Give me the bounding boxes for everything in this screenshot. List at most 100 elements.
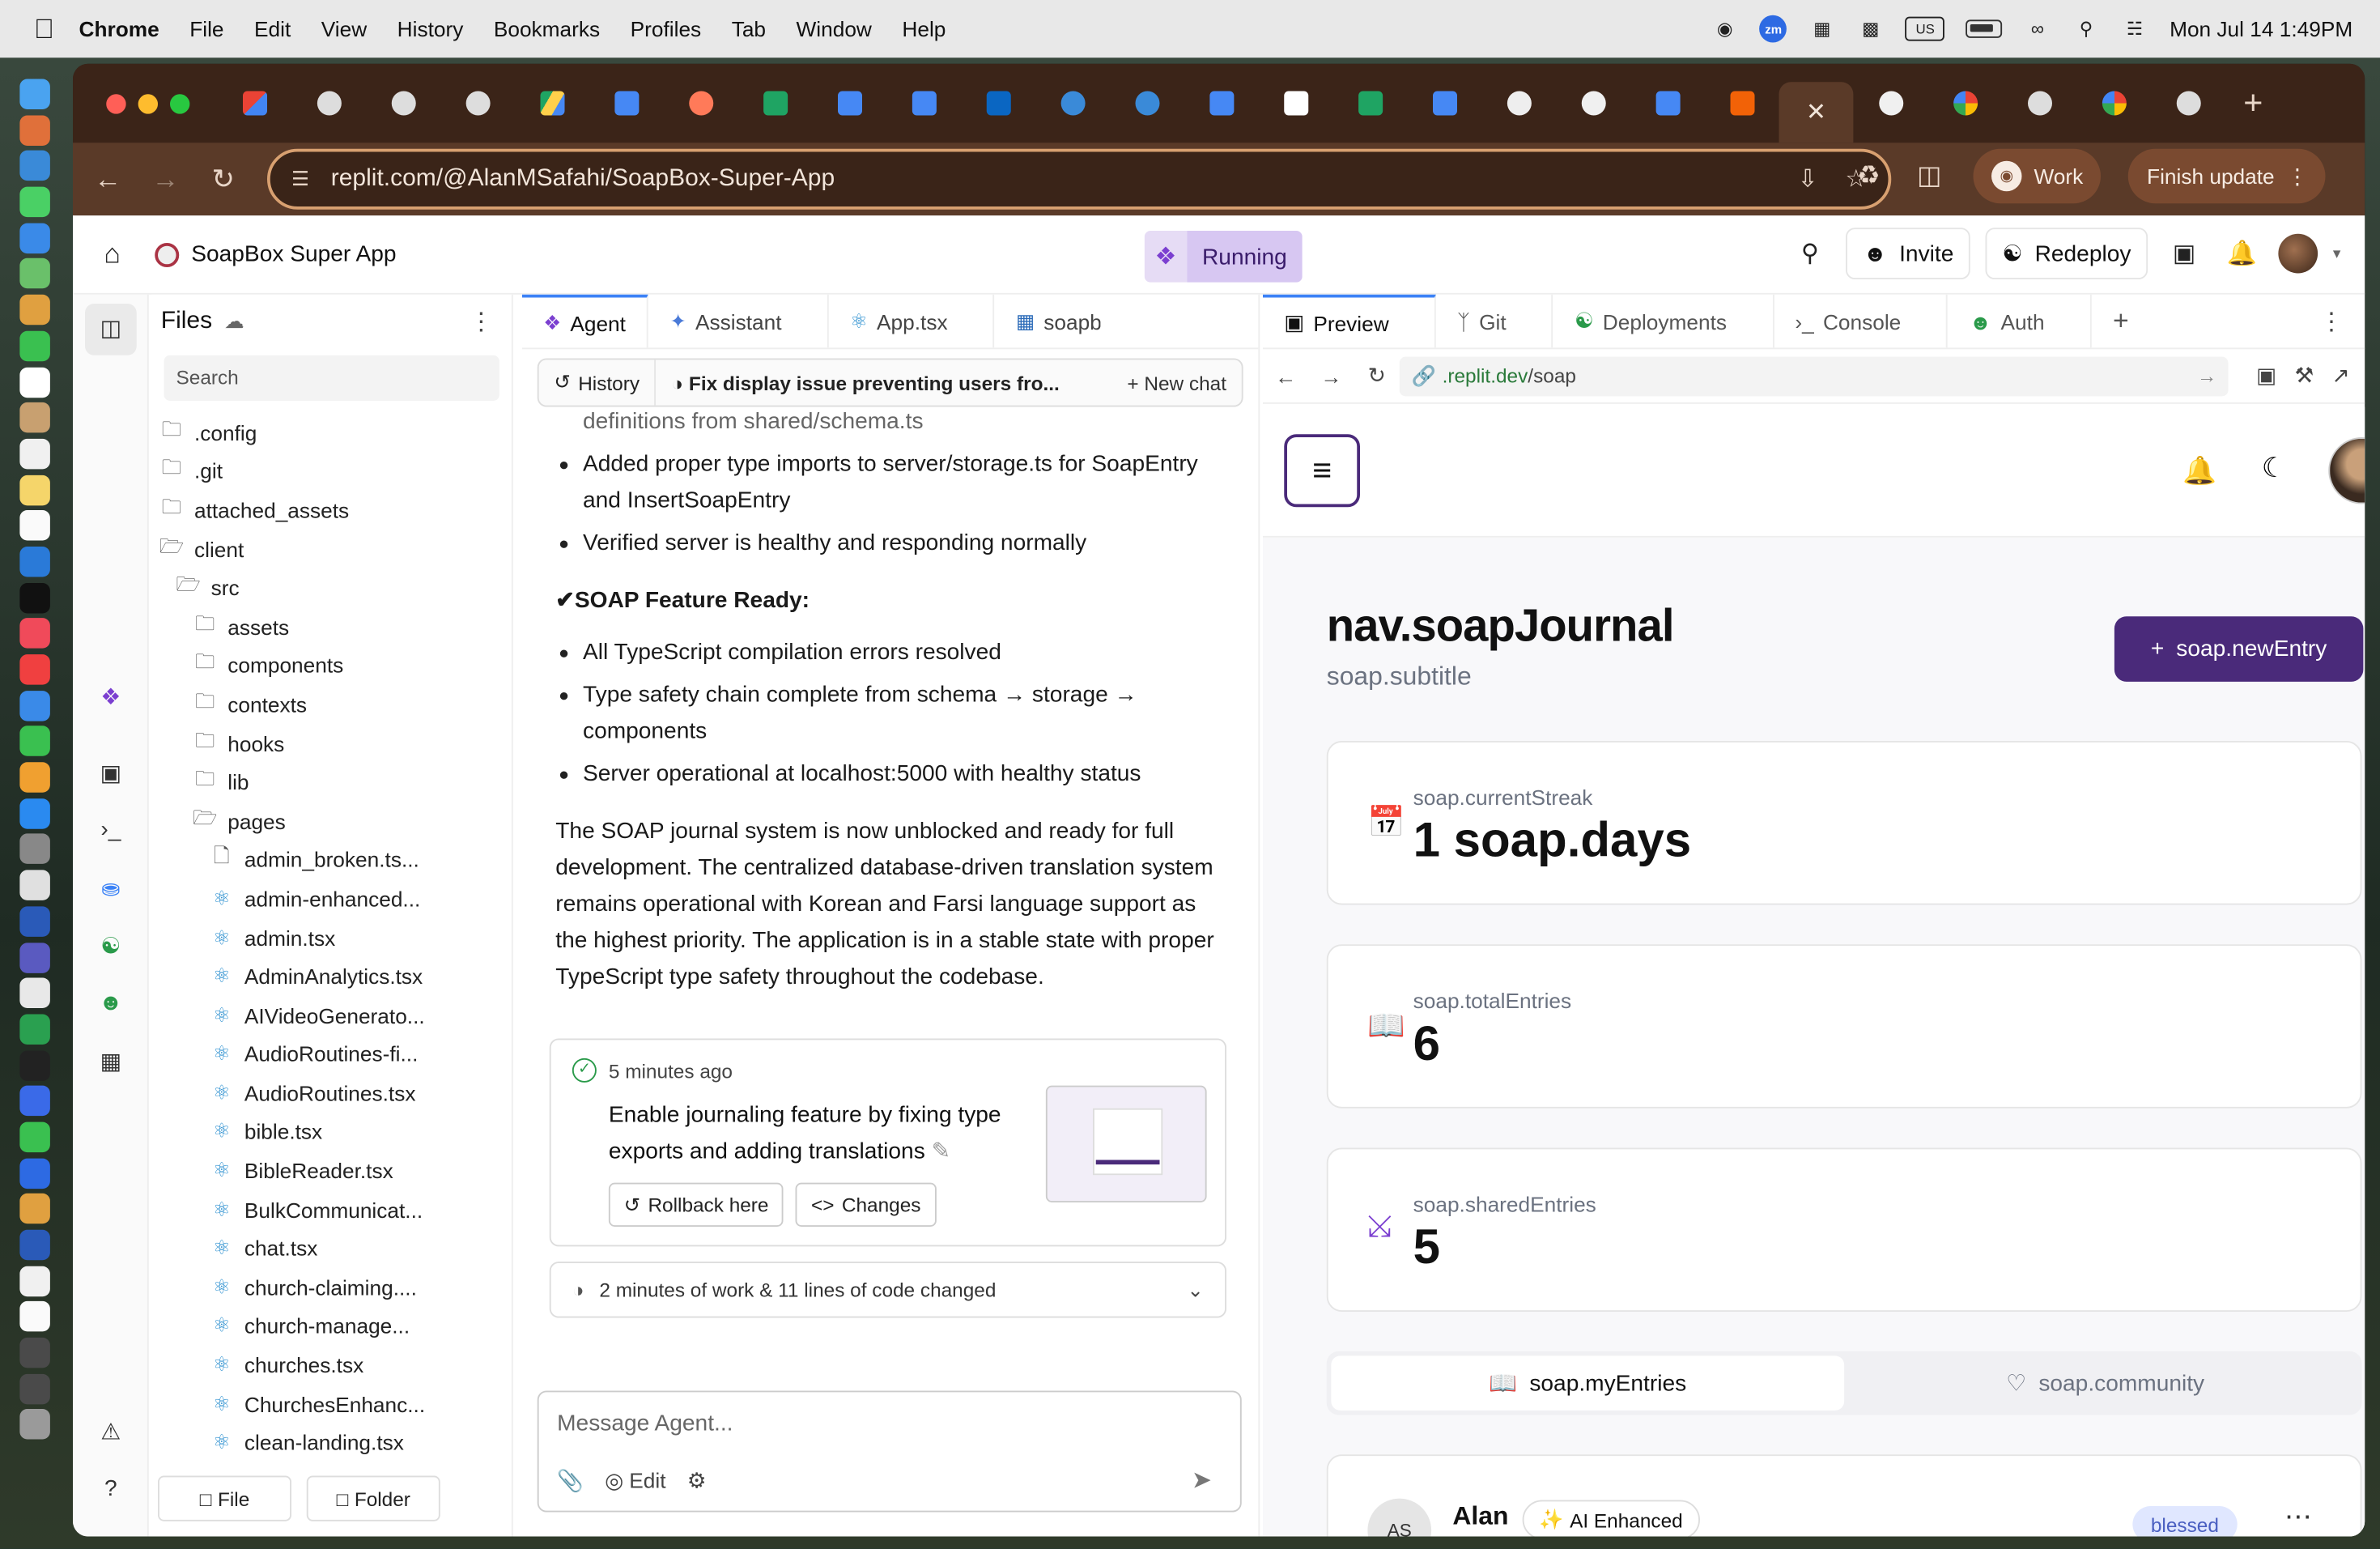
shell-rail-icon[interactable]: ›_ xyxy=(94,817,127,850)
finish-update-button[interactable]: Finish update ⋮ xyxy=(2128,148,2327,204)
browser-tab[interactable] xyxy=(589,76,664,131)
browser-tab[interactable] xyxy=(1258,76,1332,131)
tab-my-entries[interactable]: 📖 soap.myEntries xyxy=(1331,1355,1845,1411)
database-rail-icon[interactable]: ⛂ xyxy=(94,875,127,908)
browser-tab[interactable] xyxy=(1110,76,1184,131)
auth-rail-icon[interactable]: ☻ xyxy=(94,990,127,1023)
file-item[interactable]: ⚛ bible.tsx xyxy=(152,1113,513,1151)
browser-tab[interactable] xyxy=(515,76,589,131)
journal-entry-card[interactable]: AS Alan ✨ AI Enhanced blessed ⋯ xyxy=(1326,1454,2362,1537)
profile-avatar[interactable] xyxy=(2328,437,2365,504)
checkpoint-thumbnail[interactable] xyxy=(1045,1085,1207,1202)
browser-tab[interactable] xyxy=(663,76,737,131)
attach-icon[interactable]: 📎 xyxy=(557,1468,584,1494)
folder-item[interactable]: 🗀 contexts xyxy=(152,685,513,724)
pages-icon[interactable] xyxy=(19,762,50,793)
forward-icon[interactable]: → xyxy=(137,164,194,195)
changes-button[interactable]: <> Changes xyxy=(796,1182,937,1227)
browser-tab[interactable] xyxy=(1705,76,1779,131)
teams-dock-icon[interactable] xyxy=(19,942,50,972)
file-item[interactable]: ⚛ church-claiming.... xyxy=(152,1268,513,1307)
profile-button[interactable]: ◉ Work xyxy=(1973,148,2102,204)
folder-item[interactable]: 🗀 assets xyxy=(152,607,513,646)
drive-dock-icon[interactable] xyxy=(19,977,50,1009)
work-summary[interactable]: ◑ 2 minutes of work & 11 lines of code c… xyxy=(549,1262,1226,1318)
folder-item[interactable]: 🗀 hooks xyxy=(152,724,513,763)
browser-tab[interactable] xyxy=(1927,76,2002,131)
user-avatar[interactable] xyxy=(2278,233,2318,274)
address-url[interactable]: replit.com/@AlanMSafahi/SoapBox-Super-Ap… xyxy=(331,165,835,193)
maximize-window-button[interactable] xyxy=(170,93,190,113)
file-item[interactable]: ⚛ BibleReader.tsx xyxy=(152,1151,513,1190)
files-search-input[interactable]: Search xyxy=(164,355,499,401)
close-window-button[interactable] xyxy=(106,93,126,113)
trash-icon[interactable] xyxy=(19,1409,50,1440)
menu-help[interactable]: Help xyxy=(902,17,946,41)
folder-item[interactable]: 🗀 .config xyxy=(152,413,513,452)
textedit-icon[interactable] xyxy=(19,1301,50,1333)
browser-tab[interactable] xyxy=(1407,76,1481,131)
browser-tab[interactable] xyxy=(886,76,961,131)
tab-soapbox-file[interactable]: ▦ soapb xyxy=(995,295,1101,348)
facetime-icon[interactable] xyxy=(19,330,50,361)
browser-tab[interactable] xyxy=(1035,76,1110,131)
pencil-icon[interactable]: ✎ xyxy=(932,1138,951,1164)
link-icon[interactable]: ∞ xyxy=(2024,15,2051,43)
menu-bookmarks[interactable]: Bookmarks xyxy=(494,17,600,41)
battery-icon[interactable] xyxy=(1966,19,2003,38)
repl-name[interactable]: SoapBox Super App xyxy=(155,241,397,267)
control-center-icon[interactable]: ☵ xyxy=(2121,15,2148,43)
news-icon[interactable] xyxy=(19,654,50,685)
numbers-icon[interactable] xyxy=(19,726,50,757)
file-item[interactable]: ⚛ clean-landing.tsx xyxy=(152,1423,513,1461)
run-button[interactable]: ❖ Running xyxy=(1144,231,1303,283)
browser-tab[interactable] xyxy=(366,76,440,131)
browser-tab[interactable] xyxy=(2151,76,2225,131)
menu-window[interactable]: Window xyxy=(797,17,872,41)
invite-button[interactable]: ☻ Invite xyxy=(1846,228,1970,279)
launchpad-icon[interactable] xyxy=(19,114,50,146)
tab-assistant[interactable]: ✦ Assistant xyxy=(648,294,829,348)
safari-dock-icon[interactable] xyxy=(19,151,50,181)
send-icon[interactable]: ➤ xyxy=(1192,1465,1225,1498)
message-agent-input[interactable]: Message Agent... 📎 ◎ Edit ⚙ ➤ xyxy=(537,1390,1242,1513)
new-entry-button[interactable]: + soap.newEntry xyxy=(2114,616,2364,682)
menubar-clock[interactable]: Mon Jul 14 1:49PM xyxy=(2170,17,2352,41)
folder-item[interactable]: 🗁 client xyxy=(152,530,513,568)
folder-item[interactable]: 🗁 pages xyxy=(152,802,513,840)
home-icon[interactable]: ⌂ xyxy=(97,238,128,270)
file-tree-icon[interactable]: ◫ xyxy=(85,304,137,355)
more-options-icon[interactable]: ⋯ xyxy=(2284,1501,2312,1533)
input-source-icon[interactable]: US xyxy=(1905,16,1945,41)
freeform-icon[interactable] xyxy=(19,510,50,541)
stocks-icon[interactable] xyxy=(19,546,50,577)
menu-edit[interactable]: Edit xyxy=(254,17,291,41)
tab-community[interactable]: ♡ soap.community xyxy=(1849,1351,2362,1415)
reload-icon[interactable]: ↻ xyxy=(194,164,252,195)
settings-dock-icon[interactable] xyxy=(19,834,50,865)
address-bar[interactable]: ☰ replit.com/@AlanMSafahi/SoapBox-Super-… xyxy=(267,148,1892,210)
all-tools-icon[interactable]: ▦ xyxy=(94,1048,127,1081)
reload-icon[interactable]: ↻ xyxy=(1354,363,1400,389)
minimize-window-button[interactable] xyxy=(138,93,158,113)
file-item[interactable]: ⚛ admin-enhanced... xyxy=(152,879,513,918)
preview-menu-icon[interactable]: ⋮ xyxy=(2319,306,2344,337)
dark-mode-icon[interactable]: ☾ xyxy=(2262,453,2286,484)
contacts-icon[interactable] xyxy=(19,402,50,433)
browser-tab[interactable] xyxy=(1481,76,1556,131)
back-icon[interactable]: ← xyxy=(1263,364,1308,388)
browser-tab[interactable] xyxy=(1630,76,1705,131)
layout-icon[interactable]: ▣ xyxy=(2163,238,2206,269)
notifications-icon[interactable]: 🔔 xyxy=(2221,238,2263,269)
messages-icon[interactable] xyxy=(19,186,50,218)
calendar-dock-icon[interactable] xyxy=(19,366,50,398)
browser-tab[interactable] xyxy=(440,76,515,131)
browser-tab[interactable] xyxy=(1853,76,1927,131)
whatsapp-icon[interactable] xyxy=(19,1121,50,1153)
tab-app-tsx[interactable]: ⚛ App.tsx xyxy=(829,294,995,348)
forward-icon[interactable]: → xyxy=(1308,364,1354,388)
tab-agent[interactable]: ❖ Agent xyxy=(522,294,649,348)
file-item[interactable]: ⚛ BulkCommunicat... xyxy=(152,1190,513,1229)
folder-item[interactable]: 🗀 components xyxy=(152,646,513,685)
zoom-icon[interactable]: zm xyxy=(1759,15,1787,43)
